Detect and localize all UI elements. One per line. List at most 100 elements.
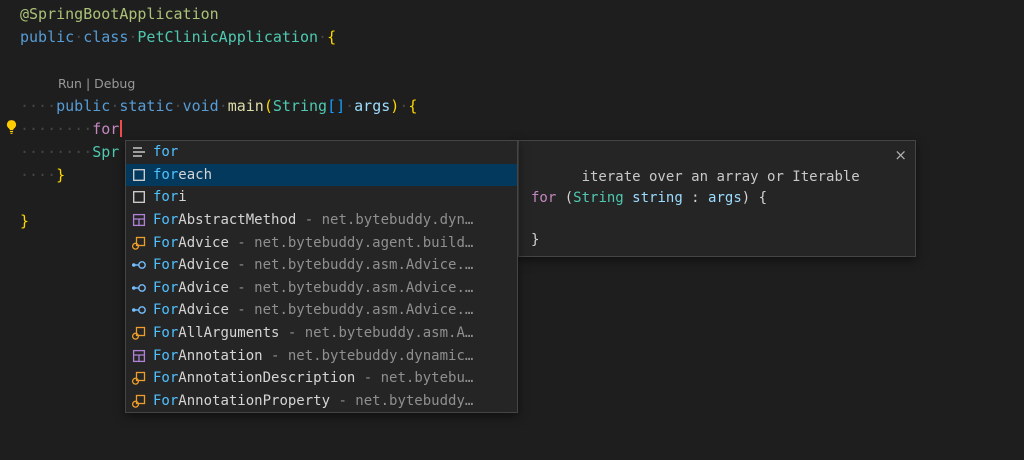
code-token: []: [327, 97, 345, 115]
suggestion-label: i: [178, 189, 186, 205]
suggestion-detail: - net.bytebu…: [355, 370, 473, 386]
suggestion-detail: - net.bytebuddy…: [330, 393, 473, 409]
suggestion-label: AnnotationDescription: [178, 370, 355, 386]
suggestion-label: Advice: [178, 302, 229, 318]
codelens-debug-link[interactable]: Debug: [94, 76, 135, 91]
code-token: {: [327, 28, 336, 46]
close-icon[interactable]: ×: [894, 145, 907, 166]
code-token: ·: [399, 97, 408, 115]
code-token: ········: [20, 143, 92, 161]
code-token: ·: [219, 97, 228, 115]
suggestion-label: AnnotationProperty: [178, 393, 330, 409]
code-token: }: [56, 166, 65, 184]
annotation-icon: [131, 348, 147, 364]
suggestion-detail: - net.bytebuddy.asm.Advice.…: [229, 257, 473, 273]
code-line[interactable]: Run | Debug: [20, 72, 417, 95]
code-token: }: [20, 212, 29, 230]
suggestion-item[interactable]: for: [126, 141, 517, 164]
docs-code-block: for (String string : args) {}: [531, 188, 903, 251]
interface-icon: [131, 302, 147, 318]
code-line[interactable]: [20, 49, 417, 72]
docs-code-line: for (String string : args) {: [531, 188, 903, 209]
snippet-box-icon: [131, 167, 147, 183]
suggestion-item[interactable]: ForAnnotationDescription - net.bytebu…: [126, 367, 517, 390]
suggest-widget: forforeachforiForAbstractMethod - net.by…: [125, 140, 518, 413]
suggestion-detail: - net.bytebuddy.asm.A…: [279, 325, 473, 341]
code-line[interactable]: public·class·PetClinicApplication·{: [20, 26, 417, 49]
suggestion-item[interactable]: ForAdvice - net.bytebuddy.asm.Advice.…: [126, 277, 517, 300]
suggestion-match-text: for: [153, 189, 178, 205]
class-icon: [131, 370, 147, 386]
class-icon: [131, 235, 147, 251]
suggestion-label: AbstractMethod: [178, 212, 296, 228]
suggestion-list: forforeachforiForAbstractMethod - net.by…: [126, 141, 517, 412]
code-token: (: [264, 97, 273, 115]
suggestion-item[interactable]: ForAnnotation - net.bytebuddy.dynamic…: [126, 344, 517, 367]
code-token: ): [390, 97, 399, 115]
code-token: class: [83, 28, 128, 46]
suggestion-match-text: For: [153, 235, 178, 251]
suggestion-item[interactable]: ForAdvice - net.bytebuddy.asm.Advice.…: [126, 299, 517, 322]
suggestion-item[interactable]: ForAdvice - net.bytebuddy.asm.Advice.…: [126, 254, 517, 277]
snippet-icon: [131, 144, 147, 160]
code-token: args: [354, 97, 390, 115]
interface-icon: [131, 280, 147, 296]
suggestion-item[interactable]: ForAllArguments - net.bytebuddy.asm.A…: [126, 322, 517, 345]
code-token: main: [228, 97, 264, 115]
code-token: ········: [20, 120, 92, 138]
docs-summary-text: iterate over an array or Iterable: [582, 169, 860, 185]
suggestion-label: AllArguments: [178, 325, 279, 341]
suggestion-item[interactable]: ForAdvice - net.bytebuddy.agent.build…: [126, 231, 517, 254]
suggestion-item[interactable]: ForAbstractMethod - net.bytebuddy.dyn…: [126, 209, 517, 232]
suggestion-match-text: For: [153, 393, 178, 409]
code-line[interactable]: ········for: [20, 118, 417, 141]
snippet-box-icon: [131, 189, 147, 205]
code-line[interactable]: @SpringBootApplication: [20, 3, 417, 26]
suggestion-item[interactable]: foreach: [126, 164, 517, 187]
suggestion-detail: - net.bytebuddy.asm.Advice.…: [229, 302, 473, 318]
docs-code-line: [531, 209, 903, 230]
code-line[interactable]: ····public·static·void·main(String[]·arg…: [20, 95, 417, 118]
suggestion-match-text: For: [153, 325, 178, 341]
code-token: ····: [20, 97, 56, 115]
suggestion-match-text: For: [153, 370, 178, 386]
suggestion-item[interactable]: fori: [126, 186, 517, 209]
code-token: ·: [345, 97, 354, 115]
suggestion-item[interactable]: ForAnnotationProperty - net.bytebuddy…: [126, 390, 517, 413]
code-token: void: [183, 97, 219, 115]
suggestion-match-text: for: [153, 144, 178, 160]
codelens-run-link[interactable]: Run: [58, 76, 82, 91]
code-token: ·: [174, 97, 183, 115]
code-token: public: [56, 97, 110, 115]
suggestion-detail: - net.bytebuddy.dynamic…: [263, 348, 474, 364]
docs-code-line: }: [531, 230, 903, 251]
class-icon: [131, 393, 147, 409]
code-token: public: [20, 28, 74, 46]
suggestion-label: Advice: [178, 257, 229, 273]
suggestion-match-text: For: [153, 257, 178, 273]
suggest-docs-panel: iterate over an array or Iterable × for …: [518, 140, 916, 257]
suggestion-label: Advice: [178, 280, 229, 296]
interface-icon: [131, 257, 147, 273]
suggestion-match-text: For: [153, 212, 178, 228]
codelens-separator: |: [82, 76, 94, 91]
code-token: :: [683, 190, 708, 206]
code-token: ····: [20, 166, 56, 184]
suggestion-label: Annotation: [178, 348, 262, 364]
code-token: for: [92, 120, 119, 138]
suggestion-label: each: [178, 167, 212, 183]
suggestion-match-text: For: [153, 280, 178, 296]
code-editor-screen: @SpringBootApplicationpublic·class·PetCl…: [0, 0, 1024, 460]
code-token: @SpringBootApplication: [20, 5, 219, 23]
suggestion-label: Advice: [178, 235, 229, 251]
code-token: {: [408, 97, 417, 115]
suggestion-detail: - net.bytebuddy.asm.Advice.…: [229, 280, 473, 296]
lightbulb-icon[interactable]: [3, 119, 20, 136]
code-token: PetClinicApplication: [137, 28, 318, 46]
code-token: ·: [318, 28, 327, 46]
code-token: ·: [110, 97, 119, 115]
code-token: string: [632, 190, 683, 206]
suggestion-match-text: For: [153, 302, 178, 318]
code-token: ·: [74, 28, 83, 46]
suggestion-match-text: For: [153, 348, 178, 364]
